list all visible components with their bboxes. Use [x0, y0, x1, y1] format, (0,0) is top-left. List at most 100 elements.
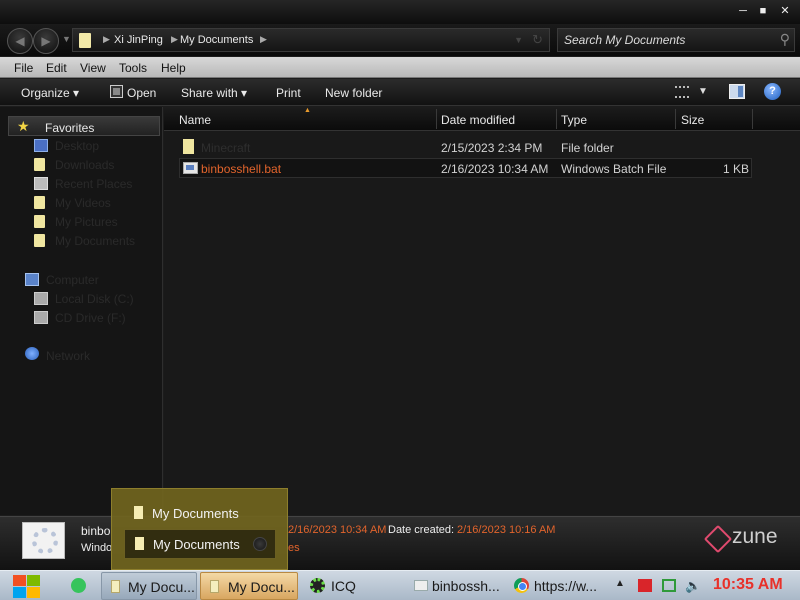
new-folder-button[interactable]: New folder	[325, 86, 382, 100]
nav-item-cd-drive[interactable]: CD Drive (F:)	[55, 311, 126, 325]
command-bar: Organize ▾ Open Share with ▾ Print New f…	[0, 79, 800, 106]
file-row[interactable]: binbosshell.bat 2/16/2023 10:34 AM Windo…	[179, 158, 752, 178]
view-dropdown-icon[interactable]: ▼	[698, 86, 708, 97]
nav-item-computer[interactable]: Computer	[46, 273, 99, 287]
start-button[interactable]	[11, 573, 41, 599]
desktop-icon	[34, 139, 48, 152]
organize-button[interactable]: Organize ▾	[21, 86, 79, 100]
maximize-button[interactable]: ■	[754, 4, 772, 18]
search-input[interactable]: Search My Documents ⚲	[557, 28, 795, 52]
sort-arrow-icon: ▲	[304, 107, 311, 114]
popup-window-item[interactable]: My Documents	[124, 529, 276, 559]
star-icon: ★	[17, 118, 30, 134]
menu-view[interactable]: View	[80, 61, 106, 75]
taskbar-thumbnail-popup: My Documents My Documents	[111, 488, 288, 570]
batch-file-icon	[183, 162, 198, 174]
popup-window-item[interactable]: My Documents	[124, 499, 276, 529]
details-file-type: Windo	[81, 542, 113, 554]
spotify-icon[interactable]	[71, 578, 86, 593]
taskbar-button-label: My Docu...	[128, 579, 195, 595]
change-view-icon[interactable]	[675, 86, 689, 98]
navigation-pane: ★ Favorites Desktop Downloads Recent Pla…	[0, 107, 163, 515]
network-tray-icon[interactable]	[662, 579, 676, 592]
share-with-button[interactable]: Share with ▾	[181, 86, 247, 100]
windows-logo-icon	[27, 587, 40, 598]
file-name[interactable]: binbosshell.bat	[201, 162, 281, 176]
search-icon[interactable]: ⚲	[780, 31, 790, 48]
taskbar: My Docu... My Docu... ICQ binbossh... ht…	[0, 570, 800, 600]
column-divider[interactable]	[436, 109, 437, 129]
taskbar-button-my-documents[interactable]: My Docu...	[101, 572, 197, 600]
explorer-window: ─ ■ ✕ ◀ ▶ ▼ ▶ Xi JinPing ▶ My Documents …	[0, 0, 800, 570]
nav-item-local-disk[interactable]: Local Disk (C:)	[55, 292, 134, 306]
menu-edit[interactable]: Edit	[46, 61, 67, 75]
nav-item-my-pictures[interactable]: My Pictures	[55, 215, 118, 229]
close-button[interactable]: ✕	[776, 4, 794, 18]
address-dropdown-icon[interactable]: ▼	[514, 35, 523, 45]
breadcrumb-separator-icon[interactable]: ▶	[103, 34, 110, 45]
file-date: 2/16/2023 10:34 AM	[441, 162, 549, 176]
details-date-modified: 2/16/2023 10:34 AM	[288, 524, 387, 536]
minimize-button[interactable]: ─	[734, 4, 752, 18]
folder-icon	[79, 33, 91, 48]
breadcrumb-user[interactable]: Xi JinPing	[114, 34, 163, 46]
taskbar-button-icq[interactable]: ICQ	[301, 572, 399, 600]
column-name[interactable]: Name	[179, 113, 211, 127]
column-type[interactable]: Type	[561, 113, 587, 127]
action-center-flag-icon[interactable]	[638, 579, 652, 592]
show-hidden-icons-icon[interactable]: ▲	[615, 578, 625, 589]
column-size[interactable]: Size	[681, 113, 704, 127]
file-row[interactable]: Minecraft 2/15/2023 2:34 PM File folder	[179, 137, 752, 157]
recent-pages-dropdown-icon[interactable]: ▼	[62, 34, 71, 44]
open-icon	[110, 85, 123, 98]
nav-item-desktop[interactable]: Desktop	[55, 139, 99, 153]
details-date-created-label: Date created:	[388, 524, 455, 536]
favorites-label[interactable]: Favorites	[45, 121, 94, 135]
column-header: ▲ Name Date modified Type Size	[164, 107, 800, 131]
menu-bar: File Edit View Tools Help	[0, 57, 800, 78]
print-button[interactable]: Print	[276, 86, 301, 100]
file-name[interactable]: Minecraft	[201, 141, 250, 155]
menu-help[interactable]: Help	[161, 61, 186, 75]
cd-drive-icon	[34, 311, 48, 324]
windows-logo-icon	[13, 587, 26, 598]
breadcrumb-separator-icon[interactable]: ▶	[171, 34, 178, 45]
file-thumbnail	[22, 522, 65, 559]
network-icon	[25, 347, 39, 360]
share-with-label: Share with	[181, 86, 238, 100]
folder-icon	[34, 158, 45, 171]
taskbar-button-binbosshell[interactable]: binbossh...	[405, 572, 503, 600]
column-divider[interactable]	[752, 109, 753, 129]
close-icon[interactable]	[253, 537, 267, 551]
nav-item-downloads[interactable]: Downloads	[55, 158, 114, 172]
open-button[interactable]: Open	[127, 86, 156, 100]
nav-item-my-videos[interactable]: My Videos	[55, 196, 111, 210]
volume-icon[interactable]: 🔈	[685, 579, 701, 592]
taskbar-button-my-documents-active[interactable]: My Docu...	[200, 572, 298, 600]
folder-icon	[183, 139, 194, 154]
help-icon[interactable]: ?	[764, 83, 781, 100]
computer-icon	[25, 273, 39, 286]
column-date-modified[interactable]: Date modified	[441, 113, 515, 127]
folder-icon	[111, 580, 120, 593]
column-divider[interactable]	[556, 109, 557, 129]
nav-item-my-documents[interactable]: My Documents	[55, 234, 135, 248]
nav-item-recent-places[interactable]: Recent Places	[55, 177, 132, 191]
folder-icon	[34, 215, 45, 228]
refresh-icon[interactable]: ↻	[532, 32, 543, 48]
address-bar[interactable]: ▶ Xi JinPing ▶ My Documents ▶ ▼ ↻	[72, 28, 550, 52]
breadcrumb-my-documents[interactable]: My Documents	[180, 34, 253, 46]
column-divider[interactable]	[675, 109, 676, 129]
system-clock[interactable]: 10:35 AM	[713, 576, 783, 594]
breadcrumb-separator-icon[interactable]: ▶	[260, 34, 267, 45]
menu-tools[interactable]: Tools	[119, 61, 147, 75]
menu-file[interactable]: File	[14, 61, 33, 75]
forward-button[interactable]: ▶	[33, 28, 59, 54]
windows-logo-icon	[27, 575, 40, 586]
chrome-icon	[514, 578, 529, 593]
back-button[interactable]: ◀	[7, 28, 33, 54]
taskbar-button-chrome[interactable]: https://w...	[506, 572, 604, 600]
nav-item-network[interactable]: Network	[46, 349, 90, 363]
preview-pane-icon[interactable]	[729, 84, 745, 99]
file-size: 1 KB	[722, 162, 749, 176]
